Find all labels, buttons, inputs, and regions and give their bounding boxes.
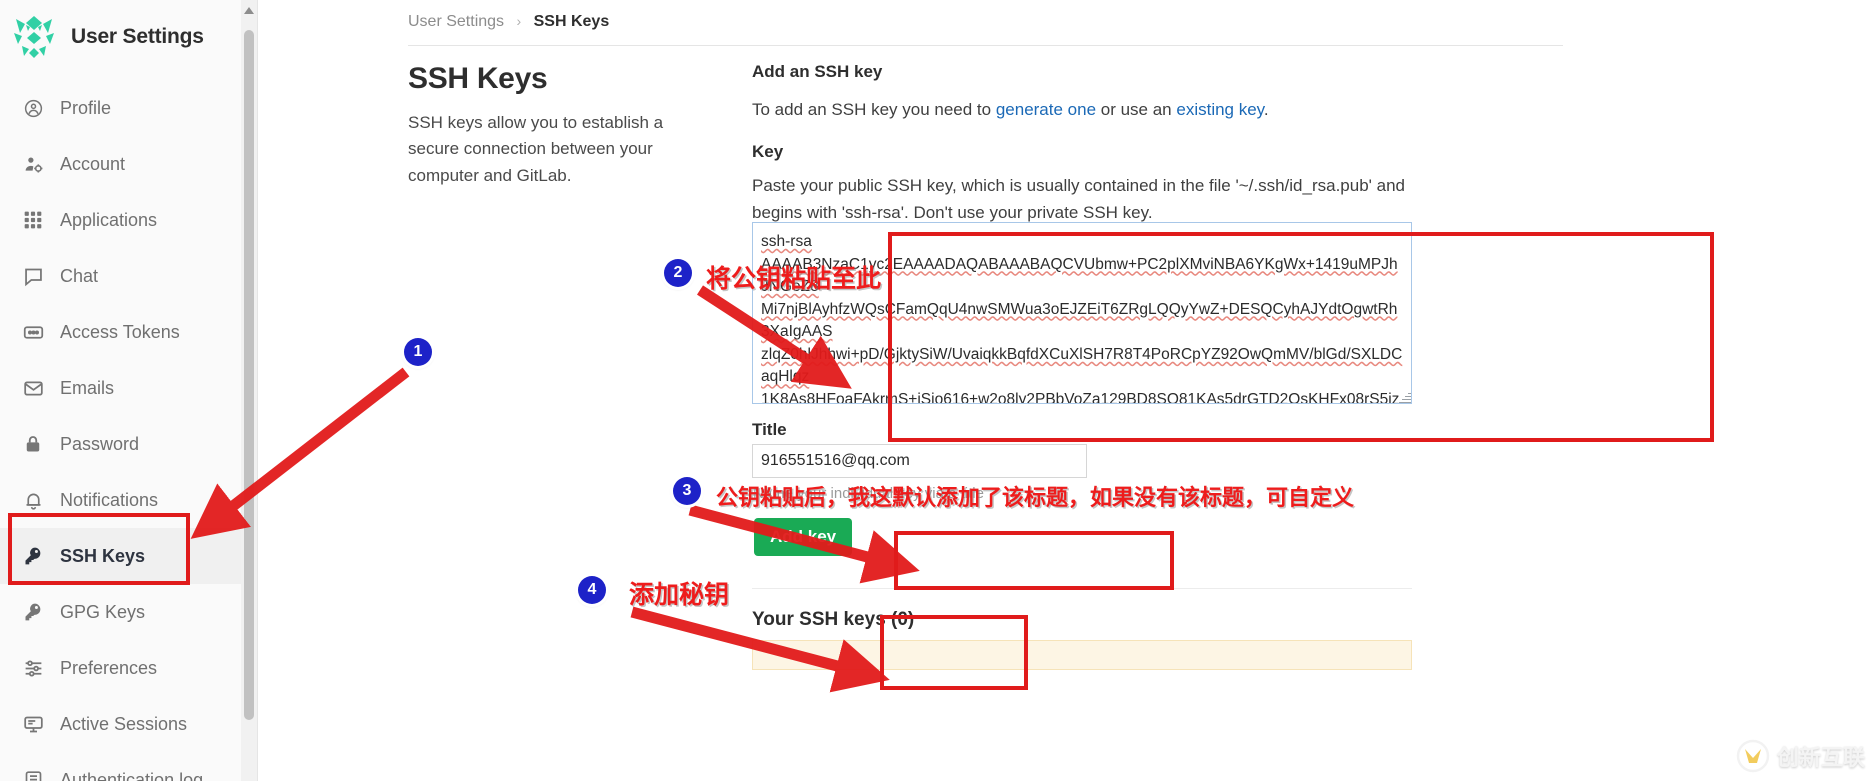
breadcrumb-root[interactable]: User Settings (408, 13, 504, 30)
sidebar-item-authentication-log[interactable]: Authentication log (0, 752, 257, 781)
sliders-icon (22, 657, 44, 679)
sidebar-item-active-sessions[interactable]: Active Sessions (0, 696, 257, 752)
scroll-up-arrow-icon[interactable] (244, 7, 254, 14)
sidebar-item-chat[interactable]: Chat (0, 248, 257, 304)
sidebar-item-label: Password (60, 433, 140, 454)
sidebar-title: User Settings (71, 25, 204, 48)
step-text-3: 公钥粘贴后，我这默认添加了该标题，如果没有该标题，可自定义 (716, 486, 1355, 511)
add-key-column: Add an SSH key To add an SSH key you nee… (752, 62, 1412, 245)
add-key-button[interactable]: Add key (754, 518, 853, 556)
app-root: User Settings Profile Account Applications… (0, 0, 1875, 781)
sidebar-item-gpg-keys[interactable]: GPG Keys (0, 584, 257, 640)
title-field-label: Title (752, 420, 787, 439)
generate-one-link[interactable]: generate one (996, 100, 1096, 119)
sidebar-item-label: Authentication log (60, 769, 204, 781)
ssh-key-line: Mi7njBlAyhfzWQsCFamQqU4nwSMWua3oEJZEiT6Z… (761, 300, 1398, 341)
account-gear-icon (22, 153, 44, 175)
main-content: User Settings › SSH Keys SSH Keys SSH ke… (258, 0, 1875, 781)
breadcrumb: User Settings › SSH Keys (408, 13, 609, 31)
sidebar-item-label: Profile (60, 97, 112, 118)
watermark-text: 创新互联 (1776, 746, 1865, 771)
sidebar-header: User Settings (0, 0, 257, 74)
intro-middle: or use an (1096, 100, 1177, 119)
sidebar-item-label: Notifications (60, 489, 159, 510)
page-intro-column: SSH Keys SSH keys allow you to establish… (408, 62, 708, 189)
watermark-logo-icon (1736, 739, 1770, 773)
grid-apps-icon (22, 209, 44, 231)
breadcrumb-separator-icon: › (516, 13, 522, 29)
section-intro: To add an SSH key you need to generate o… (752, 96, 1412, 124)
sidebar-item-label: Applications (60, 209, 158, 230)
empty-keys-alert (752, 640, 1412, 670)
key-icon (22, 545, 44, 567)
lock-icon (22, 433, 44, 455)
sidebar-item-label: GPG Keys (60, 601, 146, 622)
sidebar-item-profile[interactable]: Profile (0, 80, 257, 136)
sidebar-item-label: Chat (60, 265, 99, 286)
breadcrumb-current: SSH Keys (533, 13, 610, 30)
scrollbar-thumb[interactable] (244, 30, 254, 720)
ssh-key-line: ssh-rsa (761, 233, 812, 250)
ssh-key-line: zlqZ0hlJhhwi+pD/GjktySiW/UvaiqkkBqfdXCuX… (761, 345, 1403, 386)
list-log-icon (22, 769, 44, 781)
ssh-key-line: 1K8As8HFoaFAkrmS+jSio616+w2o8ly2PBbVoZa1… (761, 390, 1400, 404)
sidebar-item-label: Access Tokens (60, 321, 180, 342)
step-badge-4: 4 (578, 576, 606, 604)
key-icon (22, 601, 44, 623)
sidebar-item-ssh-keys[interactable]: SSH Keys (0, 528, 257, 584)
step-text-2: 将公钥粘贴至此 (706, 264, 882, 293)
header-divider (408, 45, 1563, 46)
sidebar-item-notifications[interactable]: Notifications (0, 472, 257, 528)
key-field-label: Key (752, 141, 784, 161)
step-badge-3: 3 (673, 477, 701, 505)
monitor-icon (22, 713, 44, 735)
intro-suffix: . (1263, 100, 1269, 119)
sidebar-scrollbar[interactable] (241, 0, 257, 781)
sidebar-item-label: Emails (60, 377, 115, 398)
ssh-key-textarea[interactable]: ssh-rsa AAAAB3NzaC1yc2EAAAADAQABAAABAQCVU… (752, 222, 1412, 404)
watermark: 创新互联 (1736, 739, 1865, 773)
your-ssh-keys-heading: Your SSH keys (0) (752, 609, 915, 630)
page-description: SSH keys allow you to establish a secure… (408, 113, 664, 185)
sidebar-item-label: Active Sessions (60, 713, 188, 734)
key-field-help: Paste your public SSH key, which is usua… (752, 175, 1406, 223)
sidebar-item-label: Account (60, 153, 126, 174)
sidebar-item-account[interactable]: Account (0, 136, 257, 192)
textarea-resize-grip[interactable] (1398, 390, 1412, 404)
step-badge-1: 1 (404, 338, 432, 366)
section-divider (752, 588, 1412, 589)
intro-prefix: To add an SSH key you need to (752, 100, 996, 119)
sidebar-item-emails[interactable]: Emails (0, 360, 257, 416)
bell-icon (22, 489, 44, 511)
sidebar-item-preferences[interactable]: Preferences (0, 640, 257, 696)
sidebar-item-applications[interactable]: Applications (0, 192, 257, 248)
sidebar-item-password[interactable]: Password (0, 416, 257, 472)
gitlab-tanuki-logo-icon (14, 16, 54, 58)
step-text-4: 添加秘钥 (629, 580, 730, 609)
step-badge-2: 2 (664, 259, 692, 287)
sidebar-item-label: SSH Keys (60, 545, 146, 566)
envelope-icon (22, 377, 44, 399)
section-title: Add an SSH key (752, 62, 883, 81)
title-input[interactable] (752, 444, 1087, 478)
chat-bubble-icon (22, 265, 44, 287)
sidebar-item-label: Preferences (60, 657, 158, 678)
sidebar: User Settings Profile Account Applications… (0, 0, 258, 781)
sidebar-nav: Profile Account Applications Chat Access Tok… (0, 74, 257, 781)
sidebar-item-access-tokens[interactable]: Access Tokens (0, 304, 257, 360)
page-title: SSH Keys (408, 62, 548, 95)
existing-key-link[interactable]: existing key (1176, 100, 1264, 119)
token-card-icon (22, 321, 44, 343)
user-circle-icon (22, 97, 44, 119)
